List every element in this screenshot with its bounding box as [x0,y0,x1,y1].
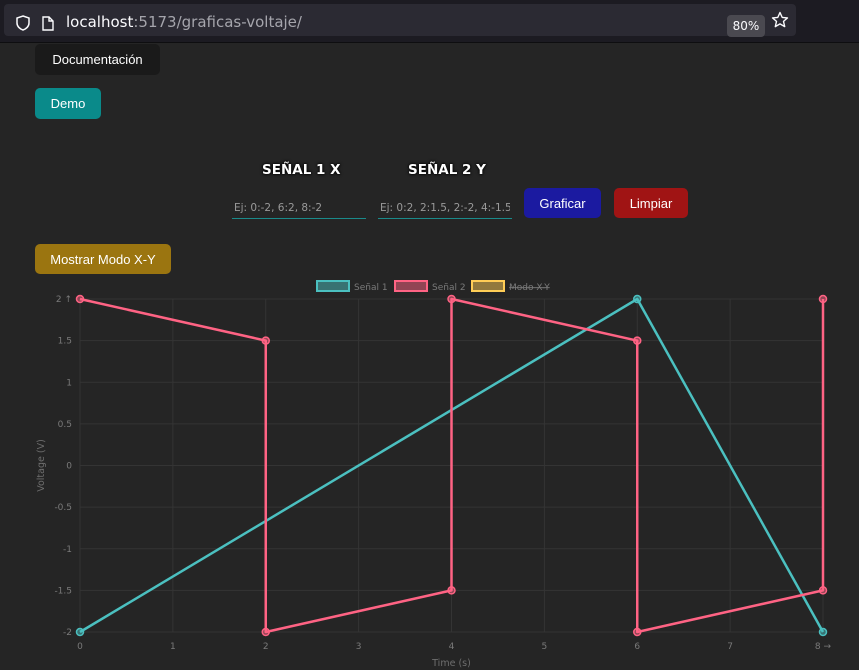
plot-button[interactable]: Graficar [524,188,601,218]
y-tick-label: -2 [63,628,72,638]
x-tick-label: 4 [449,642,455,652]
y-tick-label: 0 [66,462,72,472]
browser-toolbar: localhost:5173/graficas-voltaje/ 80% [0,0,859,43]
x-tick-label: 8 → [815,642,832,652]
y-tick-label: 0.5 [58,420,72,430]
y-tick-label: -1 [63,545,72,555]
x-tick-label: 6 [634,642,640,652]
zoom-badge[interactable]: 80% [727,15,765,37]
data-point[interactable] [633,336,642,345]
shield-icon[interactable] [16,15,30,31]
y-tick-label: -0.5 [54,503,72,513]
signal2-label: SEÑAL 2 Y [408,162,486,178]
legend-label[interactable]: Modo X-Y [509,283,550,293]
x-tick-label: 2 [263,642,269,652]
y-tick-label: 2 ↑ [56,295,72,305]
url-text[interactable]: localhost:5173/graficas-voltaje/ [66,13,302,31]
data-point[interactable] [818,294,828,304]
x-tick-label: 3 [356,642,362,652]
address-bar[interactable]: localhost:5173/graficas-voltaje/ 80% [4,4,796,37]
y-tick-label: -1.5 [54,586,72,596]
x-axis-title: Time (s) [431,658,471,669]
y-axis-title: Voltage (V) [36,439,47,492]
x-tick-label: 5 [542,642,548,652]
data-point[interactable] [818,586,828,595]
data-point[interactable] [261,336,270,345]
legend-swatch[interactable] [394,280,428,292]
x-tick-label: 0 [77,642,83,652]
y-tick-label: 1 [66,378,72,388]
data-point[interactable] [818,627,828,637]
signal1-input[interactable] [232,198,366,219]
page-icon [42,16,54,31]
documentation-button[interactable]: Documentación [35,44,160,75]
clear-button[interactable]: Limpiar [614,188,688,218]
data-point[interactable] [75,627,85,637]
legend-label[interactable]: Señal 2 [432,283,466,293]
signal1-label: SEÑAL 1 X [262,162,341,178]
legend-swatch[interactable] [316,280,350,292]
signal2-input[interactable] [378,198,512,219]
data-point[interactable] [447,586,456,595]
data-point[interactable] [447,294,456,304]
demo-button[interactable]: Demo [35,88,101,119]
x-tick-label: 7 [727,642,733,652]
y-tick-label: 1.5 [58,337,72,347]
legend-swatch[interactable] [471,280,505,292]
legend-label[interactable]: Señal 1 [354,283,388,293]
data-point[interactable] [75,294,85,304]
voltage-chart: 0 1 2 3 4 5 6 7 8 → 2 ↑ 1.5 1 0.5 0 -0.5 -1 -1.5 -2 Time (… [36,280,832,669]
bookmark-star-icon[interactable] [771,11,789,29]
data-point[interactable] [261,627,270,637]
data-point[interactable] [633,627,642,637]
data-point[interactable] [633,294,642,304]
x-tick-label: 1 [170,642,176,652]
